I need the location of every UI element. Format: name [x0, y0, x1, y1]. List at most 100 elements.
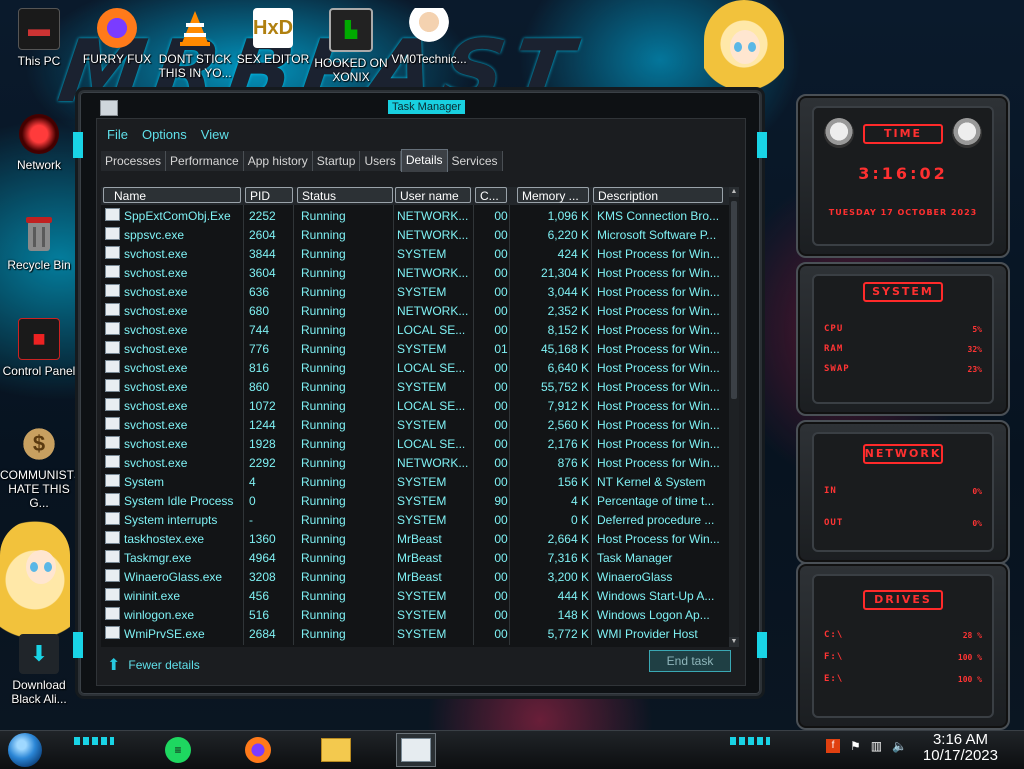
desktop-icon-download[interactable]: ⬇ Download Black Ali...: [0, 634, 78, 706]
desktop-icon-vm0technic[interactable]: VM0Technic...: [390, 8, 468, 66]
process-window-icon: [105, 474, 120, 487]
process-pid: 1072: [249, 399, 276, 413]
flash-icon[interactable]: f: [826, 739, 840, 753]
system-gadget[interactable]: SYSTEM CPU RAM SWAP 5% 32% 23%: [796, 262, 1010, 416]
window-title: Task Manager: [388, 100, 466, 114]
table-row[interactable]: wininit.exe 456 Running SYSTEM 00 444 K Window…: [101, 587, 731, 606]
vertical-scrollbar[interactable]: ▲ ▼: [729, 187, 739, 647]
table-row[interactable]: SppExtComObj.Exe 2252 Running NETWORK... 00 1…: [101, 207, 731, 226]
table-row[interactable]: WinaeroGlass.exe 3208 Running MrBeast 00 3,20…: [101, 568, 731, 587]
process-window-icon: [105, 607, 120, 620]
time-gadget[interactable]: TIME 3:16:02 TUESDAY 17 OCTOBER 2023: [796, 94, 1010, 258]
process-memory: 3,200 K: [547, 570, 589, 584]
scroll-down-icon[interactable]: ▼: [729, 637, 739, 647]
table-row[interactable]: svchost.exe 636 Running SYSTEM 00 3,044 K Host…: [101, 283, 731, 302]
tab-performance[interactable]: Performance: [166, 151, 244, 171]
ram-label: RAM: [824, 344, 844, 354]
process-status: Running: [301, 589, 346, 603]
drives-gadget[interactable]: DRIVES C:\ F:\ E:\ 28 % 100 % 100 %: [796, 562, 1010, 730]
notifications-flag-icon[interactable]: ⚑: [850, 739, 861, 753]
process-description: Host Process for Win...: [597, 418, 720, 432]
desktop-icon-money[interactable]: $ COMMUNISTS HATE THIS G...: [0, 424, 82, 510]
process-description: WMI Provider Host: [597, 627, 698, 641]
table-row[interactable]: sppsvc.exe 2604 Running NETWORK... 00 6,220 K…: [101, 226, 731, 245]
hxd-editor-icon: HxD: [253, 8, 293, 48]
swap-label: SWAP: [824, 364, 850, 374]
tab-processes[interactable]: Processes: [101, 151, 167, 171]
table-row[interactable]: WmiPrvSE.exe 2684 Running SYSTEM 00 5,772 K WM…: [101, 625, 731, 644]
process-memory: 0 K: [570, 513, 589, 527]
table-row[interactable]: svchost.exe 1244 Running SYSTEM 00 2,560 K Hos…: [101, 416, 731, 435]
taskbar-firefox[interactable]: [238, 733, 278, 767]
table-row[interactable]: svchost.exe 680 Running NETWORK... 00 2,352 K…: [101, 302, 731, 321]
process-user: MrBeast: [397, 551, 442, 565]
tab-users[interactable]: Users: [360, 151, 401, 171]
tab-services[interactable]: Services: [447, 151, 503, 171]
task-manager-app-icon[interactable]: [100, 100, 118, 116]
menu-options[interactable]: Options: [142, 127, 187, 142]
table-row[interactable]: svchost.exe 1072 Running LOCAL SE... 00 7,912…: [101, 397, 731, 416]
table-row[interactable]: Taskmgr.exe 4964 Running MrBeast 00 7,316 K Ta…: [101, 549, 731, 568]
process-pid: 860: [249, 380, 270, 394]
menu-view[interactable]: View: [201, 127, 229, 142]
table-row[interactable]: svchost.exe 776 Running SYSTEM 01 45,168 K Hos…: [101, 340, 731, 359]
process-memory: 5,772 K: [547, 627, 589, 641]
table-row[interactable]: System interrupts - Running SYSTEM 00 0 K Defe…: [101, 511, 731, 530]
desktop-icon-recycle-bin[interactable]: Recycle Bin: [0, 214, 78, 272]
taskbar-clock[interactable]: 3:16 AM 10/17/2023: [923, 732, 998, 764]
table-row[interactable]: svchost.exe 2292 Running NETWORK... 00 876 KH…: [101, 454, 731, 473]
drive-c-label: C:\: [824, 630, 844, 640]
tab-details[interactable]: Details: [400, 149, 448, 172]
column-header-memory[interactable]: Memory ...: [517, 187, 589, 203]
volume-icon[interactable]: 🔈: [892, 739, 907, 753]
taskbar-spotify[interactable]: ≡: [158, 733, 198, 767]
scrollbar-thumb[interactable]: [731, 201, 737, 399]
menu-file[interactable]: File: [107, 127, 128, 142]
table-row[interactable]: taskhostex.exe 1360 Running MrBeast 00 2,664 …: [101, 530, 731, 549]
tab-startup[interactable]: Startup: [312, 151, 361, 171]
taskbar-file-explorer[interactable]: [316, 733, 356, 767]
desktop-icon-vlc[interactable]: DONT STICK THIS IN YO...: [156, 8, 234, 80]
spotify-icon: ≡: [165, 737, 191, 763]
tab-app-history[interactable]: App history: [243, 151, 313, 171]
process-name: wininit.exe: [105, 587, 243, 606]
table-row[interactable]: svchost.exe 3604 Running NETWORK... 00 21,304…: [101, 264, 731, 283]
process-memory: 7,316 K: [547, 551, 589, 565]
fewer-details-button[interactable]: ⬆ Fewer details: [107, 655, 200, 675]
table-row[interactable]: svchost.exe 816 Running LOCAL SE... 00 6,640 …: [101, 359, 731, 378]
task-manager-window[interactable]: Task Manager File Options View Processes…: [73, 90, 767, 696]
process-memory: 45,168 K: [540, 342, 589, 356]
table-row[interactable]: System 4 Running SYSTEM 00 156 K NT Kernel & S…: [101, 473, 731, 492]
network-tray-icon[interactable]: ▥: [871, 739, 882, 753]
table-row[interactable]: winlogon.exe 516 Running SYSTEM 00 148 K Windo…: [101, 606, 731, 625]
table-row[interactable]: svchost.exe 860 Running SYSTEM 00 55,752 K Hos…: [101, 378, 731, 397]
table-row[interactable]: svchost.exe 3844 Running SYSTEM 00 424 K Host …: [101, 245, 731, 264]
column-header-description[interactable]: Description: [593, 187, 723, 203]
desktop-icon-firefox[interactable]: FURRY FUX: [78, 8, 156, 66]
desktop-icon-control-panel[interactable]: ■ Control Panel: [0, 318, 78, 378]
column-header-username[interactable]: User name: [395, 187, 471, 203]
network-gadget[interactable]: NETWORK IN OUT 0% 0%: [796, 420, 1010, 564]
table-row[interactable]: svchost.exe 744 Running LOCAL SE... 00 8,152 …: [101, 321, 731, 340]
start-button[interactable]: [8, 733, 42, 767]
table-row[interactable]: System Idle Process 0 Running SYSTEM 90 4 K Pe…: [101, 492, 731, 511]
process-name-text: svchost.exe: [124, 266, 188, 280]
taskbar-task-manager[interactable]: [396, 733, 436, 767]
desktop-icon-network[interactable]: Network: [0, 114, 78, 172]
process-name: svchost.exe: [105, 302, 243, 321]
column-header-pid[interactable]: PID: [245, 187, 293, 203]
desktop-icon-xonix[interactable]: ▙ HOOKED ON XONIX: [312, 8, 390, 84]
desktop-icon-this-pc[interactable]: ▬ This PC: [0, 8, 78, 68]
table-row[interactable]: svchost.exe 1928 Running LOCAL SE... 00 2,176…: [101, 435, 731, 454]
scroll-up-icon[interactable]: ▲: [729, 187, 739, 197]
column-header-cpu[interactable]: C...: [475, 187, 507, 203]
process-window-icon: [105, 493, 120, 506]
process-status: Running: [301, 608, 346, 622]
process-pid: -: [249, 513, 253, 527]
desktop-icon-hxd[interactable]: HxD SEX EDITOR: [234, 8, 312, 66]
process-memory: 444 K: [557, 589, 589, 603]
table-body: SppExtComObj.Exe 2252 Running NETWORK... 00 1…: [101, 207, 731, 644]
column-header-name[interactable]: Name: [103, 187, 241, 203]
column-header-status[interactable]: Status: [297, 187, 393, 203]
end-task-button[interactable]: End task: [649, 650, 731, 672]
